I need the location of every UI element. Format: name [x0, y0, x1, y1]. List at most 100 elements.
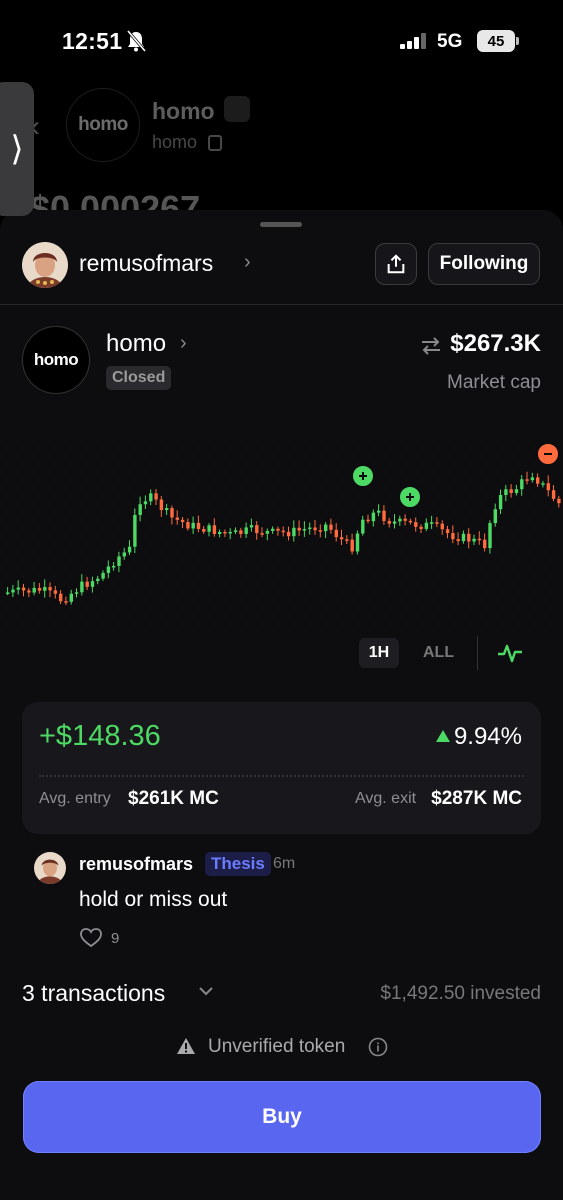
- thesis-username[interactable]: remusofmars: [79, 854, 193, 875]
- grid-dot: [133, 495, 135, 497]
- candle: [355, 533, 360, 552]
- grid-dot: [229, 623, 231, 625]
- candle: [74, 592, 79, 594]
- side-panel-handle[interactable]: ⟩: [0, 82, 34, 216]
- grid-dot: [117, 543, 119, 545]
- grid-dot: [21, 559, 23, 561]
- grid-dot: [533, 623, 535, 625]
- grid-dot: [37, 575, 39, 577]
- grid-dot: [53, 527, 55, 529]
- grid-dot: [437, 447, 439, 449]
- grid-dot: [261, 575, 263, 577]
- candle: [159, 499, 164, 511]
- candle: [106, 566, 111, 573]
- transactions-label[interactable]: 3 transactions: [22, 980, 165, 1007]
- grid-dot: [165, 559, 167, 561]
- avg-exit-label: Avg. exit: [355, 790, 417, 807]
- swap-icon[interactable]: [420, 336, 442, 356]
- grid-dot: [21, 495, 23, 497]
- grid-dot: [181, 543, 183, 545]
- sheet-grabber[interactable]: [260, 222, 302, 227]
- grid-dot: [405, 479, 407, 481]
- grid-dot: [133, 623, 135, 625]
- candle: [371, 512, 376, 522]
- grid-dot: [517, 495, 519, 497]
- signal-icon: [400, 33, 426, 49]
- grid-dot: [213, 479, 215, 481]
- grid-dot: [37, 591, 39, 593]
- range-1h-button[interactable]: 1H: [359, 638, 399, 668]
- pnl-card: +$148.36 9.94% Avg. entry $261K MC Avg. …: [22, 702, 541, 834]
- grid-dot: [517, 511, 519, 513]
- grid-dot: [293, 495, 295, 497]
- grid-dot: [293, 607, 295, 609]
- grid-dot: [181, 495, 183, 497]
- grid-dot: [165, 495, 167, 497]
- pulse-chart-icon[interactable]: [497, 640, 523, 666]
- grid-dot: [85, 527, 87, 529]
- following-button[interactable]: Following: [428, 243, 540, 285]
- grid-dot: [21, 575, 23, 577]
- grid-dot: [85, 543, 87, 545]
- grid-dot: [277, 623, 279, 625]
- grid-dot: [229, 479, 231, 481]
- grid-dot: [5, 559, 7, 561]
- grid-dot: [341, 479, 343, 481]
- candle: [350, 539, 354, 552]
- thesis-timestamp: 6m: [273, 855, 296, 872]
- pnl-value: +$148.36: [39, 720, 161, 752]
- username[interactable]: remusofmars: [79, 250, 213, 277]
- avatar[interactable]: [34, 852, 66, 884]
- grid-dot: [501, 511, 503, 513]
- grid-dot: [389, 559, 391, 561]
- grid-dot: [53, 575, 55, 577]
- price-chart[interactable]: [0, 440, 563, 640]
- grid-dot: [117, 527, 119, 529]
- grid-dot: [549, 575, 551, 577]
- grid-dot: [181, 575, 183, 577]
- grid-dot: [341, 559, 343, 561]
- grid-dot: [165, 543, 167, 545]
- grid-dot: [165, 463, 167, 465]
- divider: [477, 636, 478, 670]
- unverified-warning: Unverified token: [0, 1036, 563, 1062]
- token-name[interactable]: homo: [106, 330, 166, 358]
- buy-button[interactable]: Buy: [23, 1081, 541, 1153]
- candle: [48, 587, 52, 591]
- token-logo[interactable]: homo: [22, 326, 90, 394]
- grid-dot: [117, 463, 119, 465]
- candle: [435, 522, 439, 524]
- candle: [154, 493, 158, 500]
- avatar[interactable]: [22, 242, 68, 288]
- grid-dot: [501, 623, 503, 625]
- heart-icon[interactable]: [80, 928, 102, 948]
- grid-dot: [85, 559, 87, 561]
- grid-dot: [469, 463, 471, 465]
- grid-dot: [453, 559, 455, 561]
- grid-dot: [133, 447, 135, 449]
- grid-dot: [277, 607, 279, 609]
- info-icon[interactable]: [368, 1037, 388, 1057]
- candle: [80, 581, 84, 593]
- grid-dot: [325, 463, 327, 465]
- grid-dot: [517, 607, 519, 609]
- range-1h-label: 1H: [368, 644, 390, 661]
- transactions-row[interactable]: 3 transactions $1,492.50 invested: [0, 980, 563, 1010]
- range-all-button[interactable]: ALL: [423, 644, 454, 662]
- grid-dot: [101, 607, 103, 609]
- grid-dot: [277, 511, 279, 513]
- candle: [64, 601, 68, 603]
- grid-dot: [341, 463, 343, 465]
- grid-dot: [293, 479, 295, 481]
- grid-dot: [229, 463, 231, 465]
- grid-dot: [277, 575, 279, 577]
- grid-dot: [197, 479, 199, 481]
- chevron-down-icon[interactable]: [198, 986, 214, 996]
- candle: [467, 533, 471, 542]
- grid-dot: [245, 447, 247, 449]
- background-token-logo: homo: [66, 88, 140, 162]
- candle: [11, 589, 15, 593]
- grid-dot: [437, 479, 439, 481]
- grid-dot: [69, 527, 71, 529]
- share-button[interactable]: [375, 243, 417, 285]
